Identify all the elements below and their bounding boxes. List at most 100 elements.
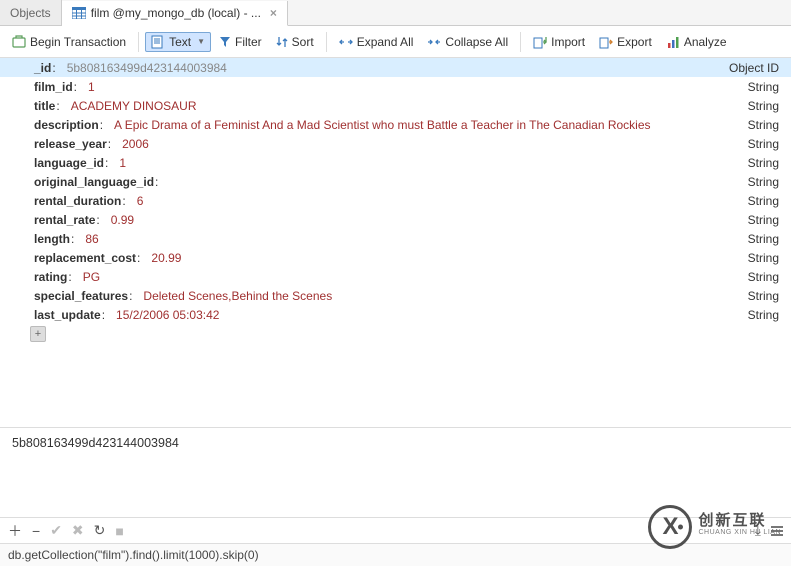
sort-icon	[276, 36, 288, 48]
export-button[interactable]: Export	[593, 32, 658, 52]
field-type: String	[748, 118, 783, 132]
close-icon[interactable]: ×	[270, 6, 277, 20]
query-text: db.getCollection("film").find().limit(10…	[8, 548, 259, 562]
field-type: String	[748, 99, 783, 113]
field-row[interactable]: last_update:15/2/2006 05:03:42String	[0, 305, 791, 324]
collapse-icon	[427, 36, 441, 48]
field-value: 2006	[122, 137, 149, 151]
field-key: original_language_id	[34, 175, 154, 189]
field-value: PG	[83, 270, 100, 284]
field-row[interactable]: rental_duration:6String	[0, 191, 791, 210]
cancel-button[interactable]: ✖	[72, 522, 84, 539]
chevron-down-icon[interactable]: ▼	[197, 37, 205, 46]
tab-objects-label: Objects	[10, 6, 51, 20]
import-label: Import	[551, 35, 585, 49]
filter-label: Filter	[235, 35, 262, 49]
field-row[interactable]: rating:PGString	[0, 267, 791, 286]
field-value: 5b808163499d423144003984	[67, 61, 227, 75]
collapse-all-label: Collapse All	[445, 35, 508, 49]
sort-button[interactable]: Sort	[270, 32, 320, 52]
field-value: 1	[119, 156, 126, 170]
field-value: 15/2/2006 05:03:42	[116, 308, 219, 322]
field-key: rental_duration	[34, 194, 121, 208]
field-key: release_year	[34, 137, 107, 151]
commit-button[interactable]: ✔	[50, 522, 62, 539]
analyze-icon	[666, 35, 680, 49]
begin-transaction-label: Begin Transaction	[30, 35, 126, 49]
field-key: film_id	[34, 80, 73, 94]
tab-film[interactable]: film @my_mongo_db (local) - ... ×	[62, 1, 288, 26]
filter-icon	[219, 36, 231, 48]
sort-label: Sort	[292, 35, 314, 49]
collapse-all-button[interactable]: Collapse All	[421, 32, 514, 52]
table-icon	[72, 7, 86, 19]
field-type: String	[748, 289, 783, 303]
field-value: 86	[85, 232, 98, 246]
field-value: 1	[88, 80, 95, 94]
field-row[interactable]: replacement_cost:20.99String	[0, 248, 791, 267]
field-type: String	[748, 213, 783, 227]
watermark-circle: X	[648, 505, 692, 549]
refresh-button[interactable]: ↻	[94, 522, 106, 539]
field-row[interactable]: title:ACADEMY DINOSAURString	[0, 96, 791, 115]
field-row[interactable]: release_year:2006String	[0, 134, 791, 153]
export-label: Export	[617, 35, 652, 49]
field-key: language_id	[34, 156, 104, 170]
field-value: ACADEMY DINOSAUR	[71, 99, 197, 113]
field-row[interactable]: film_id:1String	[0, 77, 791, 96]
text-icon	[151, 35, 165, 49]
field-value: A Epic Drama of a Feminist And a Mad Sci…	[114, 118, 651, 132]
field-key: length	[34, 232, 70, 246]
field-row[interactable]: rental_rate:0.99String	[0, 210, 791, 229]
filter-button[interactable]: Filter	[213, 32, 268, 52]
document-view[interactable]: _id: 5b808163499d423144003984 Object ID …	[0, 58, 791, 428]
field-type: String	[748, 175, 783, 189]
tab-objects[interactable]: Objects	[0, 0, 62, 25]
expand-all-label: Expand All	[357, 35, 414, 49]
field-row-id[interactable]: _id: 5b808163499d423144003984 Object ID	[0, 58, 791, 77]
field-type: String	[748, 137, 783, 151]
add-record-button[interactable]: ＋	[8, 521, 22, 541]
separator	[326, 32, 327, 52]
watermark-logo: X 创新互联 CHUANG XIN HU LIAN	[648, 505, 781, 549]
import-button[interactable]: Import	[527, 32, 591, 52]
export-icon	[599, 35, 613, 49]
field-key: _id	[34, 61, 51, 75]
analyze-button[interactable]: Analyze	[660, 32, 733, 52]
stop-button[interactable]: ■	[115, 523, 123, 539]
field-row[interactable]: special_features:Deleted Scenes,Behind t…	[0, 286, 791, 305]
field-key: replacement_cost	[34, 251, 136, 265]
field-value: Deleted Scenes,Behind the Scenes	[143, 289, 332, 303]
field-type: String	[748, 251, 783, 265]
field-key: special_features	[34, 289, 128, 303]
field-key: last_update	[34, 308, 101, 322]
field-key: description	[34, 118, 99, 132]
field-type: String	[748, 308, 783, 322]
transaction-icon	[12, 35, 26, 49]
field-row[interactable]: length:86String	[0, 229, 791, 248]
remove-record-button[interactable]: −	[32, 523, 40, 539]
field-key: title	[34, 99, 55, 113]
analyze-label: Analyze	[684, 35, 727, 49]
toolbar: Begin Transaction Text ▼ Filter Sort Exp…	[0, 26, 791, 58]
raw-id-value: 5b808163499d423144003984	[12, 436, 179, 450]
begin-transaction-button[interactable]: Begin Transaction	[6, 32, 132, 52]
separator	[520, 32, 521, 52]
field-row[interactable]: description:A Epic Drama of a Feminist A…	[0, 115, 791, 134]
field-row[interactable]: original_language_id:String	[0, 172, 791, 191]
field-row[interactable]: language_id:1String	[0, 153, 791, 172]
expand-icon	[339, 36, 353, 48]
field-key: rating	[34, 270, 67, 284]
expand-all-button[interactable]: Expand All	[333, 32, 420, 52]
watermark-cn: 创新互联	[698, 515, 781, 527]
field-type: Object ID	[729, 61, 783, 75]
separator	[138, 32, 139, 52]
field-value: 20.99	[151, 251, 181, 265]
field-type: String	[748, 270, 783, 284]
field-type: String	[748, 232, 783, 246]
text-mode-button[interactable]: Text ▼	[145, 32, 211, 52]
field-value: 6	[137, 194, 144, 208]
field-value: 0.99	[111, 213, 134, 227]
field-type: String	[748, 80, 783, 94]
add-field-button[interactable]: +	[30, 326, 46, 342]
